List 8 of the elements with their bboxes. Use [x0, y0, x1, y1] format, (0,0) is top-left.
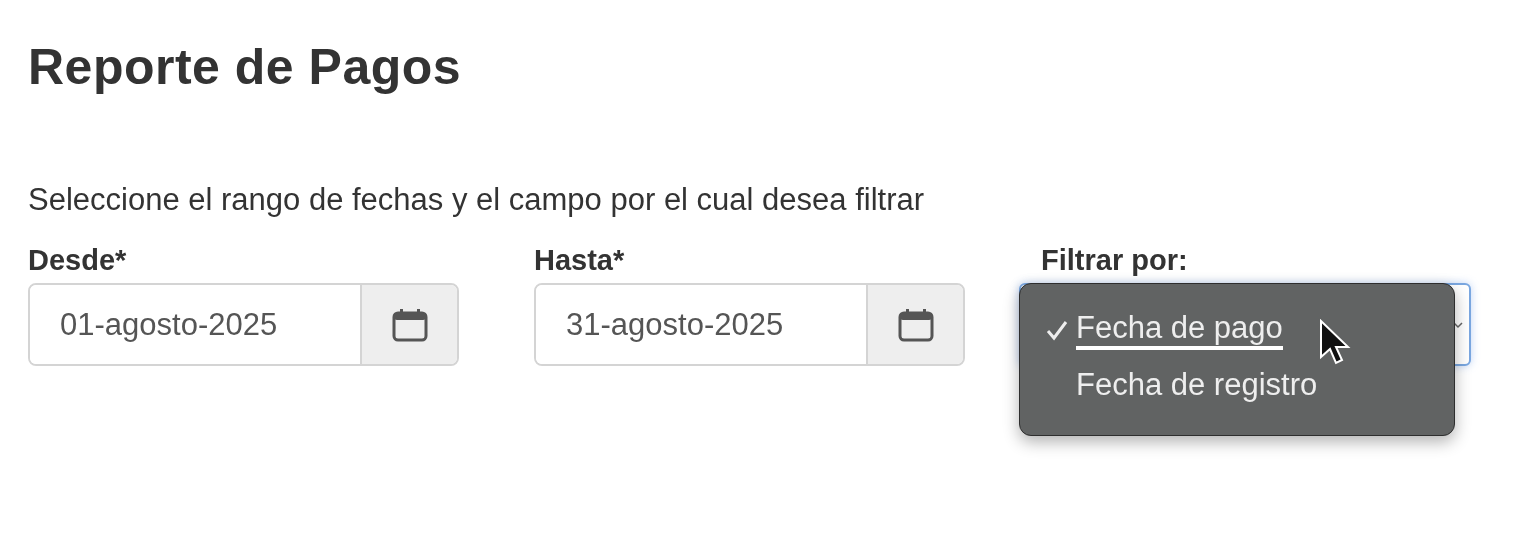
page-title: Reporte de Pagos	[28, 38, 463, 96]
field-label: Desde*	[28, 244, 128, 278]
field-label: Hasta*	[534, 244, 626, 278]
menu-option[interactable]: Fecha de pago	[1076, 310, 1283, 350]
pointer-icon	[1319, 319, 1353, 367]
field-label: Filtrar por:	[1040, 244, 1189, 278]
menu-option[interactable]: Fecha de registro	[1076, 367, 1318, 407]
instructions-text: Seleccione el rango de fechas y el campo por el cual desea filtrar	[28, 182, 926, 218]
